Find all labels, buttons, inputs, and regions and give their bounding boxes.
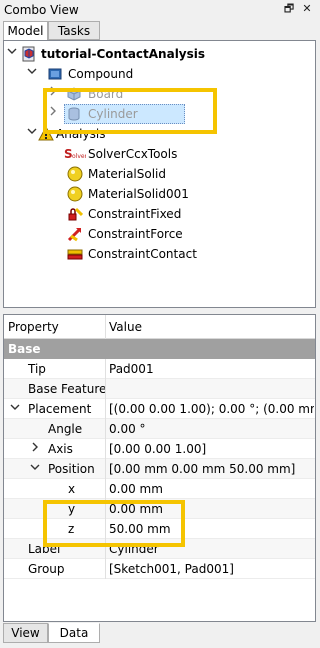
top-tab-bar: Model Tasks	[0, 21, 319, 41]
tree-item-constraint-contact[interactable]: ConstraintContact	[4, 244, 315, 264]
tree-item-label: Compound	[68, 67, 134, 81]
column-separator	[105, 479, 106, 499]
property-row-axis[interactable]: Axis [0.00 0.00 1.00]	[4, 439, 315, 459]
property-value[interactable]: [0.00 mm 0.00 mm 50.00 mm]	[109, 462, 314, 476]
chevron-down-icon[interactable]	[30, 462, 40, 475]
column-separator	[105, 559, 106, 579]
chevron-down-icon[interactable]	[6, 46, 18, 60]
svg-text:olver: olver	[72, 153, 86, 160]
float-icon[interactable]: 🗗	[282, 2, 296, 16]
chevron-right-icon[interactable]	[30, 442, 40, 455]
property-name: Group	[28, 562, 65, 576]
material-icon	[67, 166, 83, 182]
tree-item-label: SolverCcxTools	[88, 147, 178, 161]
column-header-value[interactable]: Value	[109, 320, 142, 334]
property-row-placement[interactable]: Placement [(0.00 0.00 1.00); 0.00 °; (0.…	[4, 399, 315, 419]
property-header: Property Value	[4, 315, 315, 339]
property-view[interactable]: Property Value Base Tip Pad001 Base Feat…	[3, 314, 316, 622]
tree-item-document[interactable]: tutorial-ContactAnalysis	[4, 44, 315, 64]
property-name: Tip	[28, 362, 46, 376]
property-row-base-feature[interactable]: Base Feature	[4, 379, 315, 399]
property-row-x[interactable]: x 0.00 mm	[4, 479, 315, 499]
tree-item-label: tutorial-ContactAnalysis	[41, 47, 206, 61]
column-separator	[105, 379, 106, 399]
property-row-angle[interactable]: Angle 0.00 °	[4, 419, 315, 439]
tree-item-label: ConstraintForce	[88, 227, 183, 241]
chevron-down-icon[interactable]	[26, 66, 38, 80]
tree-item-label: ConstraintContact	[88, 247, 197, 261]
combo-view-titlebar: Combo View 🗗 ✕	[0, 0, 319, 20]
property-row-group[interactable]: Group [Sketch001, Pad001]	[4, 559, 315, 579]
chevron-down-icon[interactable]	[10, 402, 20, 415]
column-header-property[interactable]: Property	[8, 320, 59, 334]
property-value[interactable]: Pad001	[109, 362, 314, 376]
tab-tasks[interactable]: Tasks	[48, 21, 100, 40]
document-icon	[21, 46, 37, 62]
constraint-fixed-icon	[67, 206, 84, 222]
tree-item-constraint-force[interactable]: ConstraintForce	[4, 224, 315, 244]
annotation-highlight-properties	[43, 500, 185, 547]
property-value[interactable]: [0.00 0.00 1.00]	[109, 442, 314, 456]
bottom-tab-bar: View Data	[0, 623, 319, 645]
constraint-force-icon	[67, 226, 83, 242]
tree-item-constraint-fixed[interactable]: ConstraintFixed	[4, 204, 315, 224]
tab-data-label: Data	[59, 626, 89, 640]
tree-item-compound[interactable]: Compound	[4, 64, 315, 84]
property-row-tip[interactable]: Tip Pad001	[4, 359, 315, 379]
compound-icon	[47, 66, 63, 82]
group-label: Base	[8, 342, 41, 356]
column-separator	[105, 459, 106, 479]
property-group-base[interactable]: Base	[4, 339, 315, 359]
property-value[interactable]: 0.00 mm	[109, 482, 314, 496]
close-icon[interactable]: ✕	[300, 2, 314, 16]
property-name: Placement	[28, 402, 92, 416]
tab-model-label: Model	[7, 24, 44, 38]
model-tree[interactable]: tutorial-ContactAnalysis Compound Board …	[3, 40, 316, 308]
column-separator	[105, 359, 106, 379]
tab-view[interactable]: View	[3, 623, 48, 643]
window-title: Combo View	[4, 3, 79, 17]
property-name: Axis	[48, 442, 73, 456]
tab-data[interactable]: Data	[48, 623, 100, 643]
chevron-down-icon[interactable]	[26, 126, 38, 140]
property-name: x	[68, 482, 76, 496]
column-separator[interactable]	[105, 315, 106, 339]
property-name: Position	[48, 462, 95, 476]
property-name: Base Feature	[28, 382, 107, 396]
tree-item-material-solid[interactable]: MaterialSolid	[4, 164, 315, 184]
property-row-position[interactable]: Position [0.00 mm 0.00 mm 50.00 mm]	[4, 459, 315, 479]
material-icon	[67, 186, 83, 202]
solver-icon: Solver	[64, 146, 88, 162]
tab-view-label: View	[11, 626, 40, 640]
tree-item-label: MaterialSolid	[88, 167, 166, 181]
tree-item-label: ConstraintFixed	[88, 207, 182, 221]
tab-tasks-label: Tasks	[57, 24, 91, 38]
property-value[interactable]: [(0.00 0.00 1.00); 0.00 °; (0.00 mm 0.00…	[109, 402, 314, 416]
column-separator	[105, 419, 106, 439]
property-name: Angle	[48, 422, 83, 436]
column-separator	[105, 439, 106, 459]
property-value[interactable]: [Sketch001, Pad001]	[109, 562, 314, 576]
annotation-highlight-tree	[43, 88, 217, 134]
tab-model[interactable]: Model	[3, 21, 48, 41]
tree-item-label: MaterialSolid001	[88, 187, 189, 201]
tree-item-solver[interactable]: Solver SolverCcxTools	[4, 144, 315, 164]
constraint-contact-icon	[67, 246, 83, 262]
property-value[interactable]: 0.00 °	[109, 422, 314, 436]
column-separator	[105, 399, 106, 419]
tree-item-material-solid001[interactable]: MaterialSolid001	[4, 184, 315, 204]
